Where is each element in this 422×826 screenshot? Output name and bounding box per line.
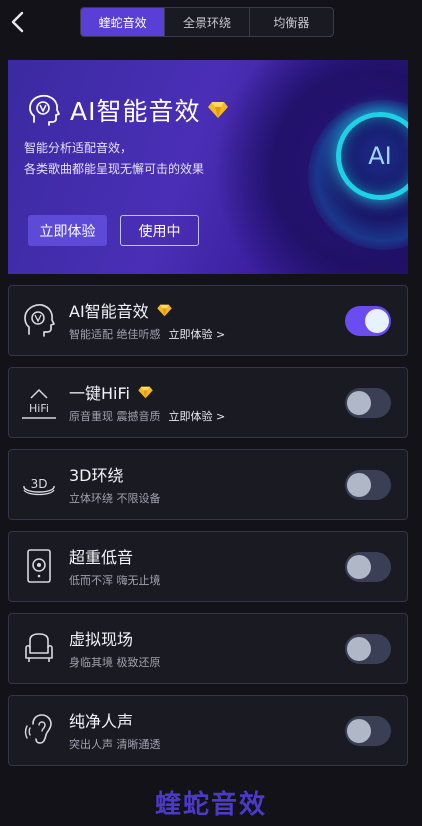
try-now-link[interactable]: 立即体验 > <box>169 326 226 342</box>
setting-card-ai-effect[interactable]: AI智能音效 智能适配 绝佳听感 立即体验 > <box>8 285 408 356</box>
tab-panoramic-surround[interactable]: 全景环绕 <box>164 8 248 36</box>
setting-subtitle: 低而不浑 嗨无止境 <box>69 572 161 588</box>
setting-subtitle: 身临其境 极致还原 <box>69 654 161 670</box>
setting-title-text: 虚拟现场 <box>69 630 134 649</box>
banner-title: AI智能音效 <box>70 97 201 126</box>
setting-title: 3D环绕 <box>69 462 124 486</box>
toggle-knob <box>347 719 371 743</box>
armchair-icon <box>25 633 53 662</box>
setting-title-text: 纯净人声 <box>69 712 134 731</box>
back-button[interactable] <box>6 8 32 36</box>
hifi-toggle[interactable] <box>345 388 391 418</box>
ai-head-icon <box>29 94 60 126</box>
premium-gem-icon <box>156 304 172 316</box>
tab-equalizer[interactable]: 均衡器 <box>248 8 333 36</box>
premium-gem-icon <box>138 386 153 398</box>
virtual-live-toggle[interactable] <box>345 634 391 664</box>
try-now-button[interactable]: 立即体验 <box>28 215 107 246</box>
3d-surround-toggle[interactable] <box>345 470 391 500</box>
setting-title: 一键HiFi <box>69 380 153 404</box>
top-bar: 蝰蛇音效 全景环绕 均衡器 <box>0 0 422 44</box>
setting-card-pure-vocal[interactable]: 纯净人声 突出人声 清晰通透 <box>8 695 408 766</box>
hifi-icon-text: HiFi <box>29 402 49 415</box>
tab-viper-effects[interactable]: 蝰蛇音效 <box>81 8 165 36</box>
ai-effect-toggle[interactable] <box>345 306 391 336</box>
setting-subtitle: 突出人声 清晰通透 <box>69 736 161 752</box>
setting-subtitle-text: 原音重现 震撼音质 <box>69 410 161 423</box>
banner-desc-line: 各类歌曲都能呈现无懈可击的效果 <box>24 162 205 176</box>
ai-orb-label: AI <box>368 142 392 170</box>
hifi-icon: HiFi <box>22 388 56 419</box>
setting-subtitle-text: 智能适配 绝佳听感 <box>69 328 161 341</box>
setting-card-virtual-live[interactable]: 虚拟现场 身临其境 极致还原 <box>8 613 408 684</box>
setting-card-hifi[interactable]: HiFi 一键HiFi 原音重现 震撼音质 立即体验 > <box>8 367 408 438</box>
setting-title: 超重低音 <box>69 544 133 568</box>
banner-title-row: AI智能音效 <box>26 92 229 128</box>
toggle-knob <box>347 391 371 415</box>
speaker-icon <box>27 549 51 583</box>
pure-vocal-toggle[interactable] <box>345 716 391 746</box>
setting-subtitle: 立体环绕 不限设备 <box>69 490 161 506</box>
setting-card-heavy-bass[interactable]: 超重低音 低而不浑 嗨无止境 <box>8 531 408 602</box>
sound-effect-tabs: 蝰蛇音效 全景环绕 均衡器 <box>80 7 334 37</box>
ai-effect-banner: AI AI智能音效 智能分析适配音效， 各类歌曲都能呈现无懈可击的效果 立即体验… <box>8 60 408 274</box>
setting-title: 纯净人声 <box>69 708 133 732</box>
toggle-knob <box>347 637 371 661</box>
try-now-link[interactable]: 立即体验 > <box>169 408 226 424</box>
in-use-button[interactable]: 使用中 <box>120 215 199 246</box>
setting-subtitle-text: 突出人声 清晰通透 <box>69 738 161 751</box>
viper-effects-logo: 蝰蛇音效 <box>154 790 267 820</box>
toggle-knob <box>347 473 371 497</box>
setting-subtitle-text: 低而不浑 嗨无止境 <box>69 574 161 587</box>
setting-subtitle: 原音重现 震撼音质 立即体验 > <box>69 408 225 424</box>
setting-subtitle-text: 身临其境 极致还原 <box>69 656 161 669</box>
toggle-knob <box>365 309 389 333</box>
premium-gem-icon <box>208 102 229 118</box>
setting-title-text: 一键HiFi <box>69 384 130 403</box>
setting-title: 虚拟现场 <box>69 626 133 650</box>
3d-surround-icon: 3D <box>23 477 55 496</box>
setting-card-3d-surround[interactable]: 3D 3D环绕 立体环绕 不限设备 <box>8 449 408 520</box>
chevron-left-icon <box>11 11 24 33</box>
heavy-bass-toggle[interactable] <box>345 552 391 582</box>
setting-title-text: AI智能音效 <box>69 302 149 321</box>
banner-description: 智能分析适配音效， 各类歌曲都能呈现无懈可击的效果 <box>24 138 204 180</box>
setting-subtitle: 智能适配 绝佳听感 立即体验 > <box>69 326 225 342</box>
ear-icon <box>24 714 52 744</box>
banner-desc-line: 智能分析适配音效， <box>24 141 133 155</box>
toggle-knob <box>347 555 371 579</box>
setting-subtitle-text: 立体环绕 不限设备 <box>69 492 161 505</box>
3d-icon-text: 3D <box>31 477 48 491</box>
ai-head-icon <box>24 303 55 337</box>
setting-title-text: 超重低音 <box>69 548 134 567</box>
setting-title: AI智能音效 <box>69 298 172 322</box>
setting-title-text: 3D环绕 <box>69 466 124 485</box>
